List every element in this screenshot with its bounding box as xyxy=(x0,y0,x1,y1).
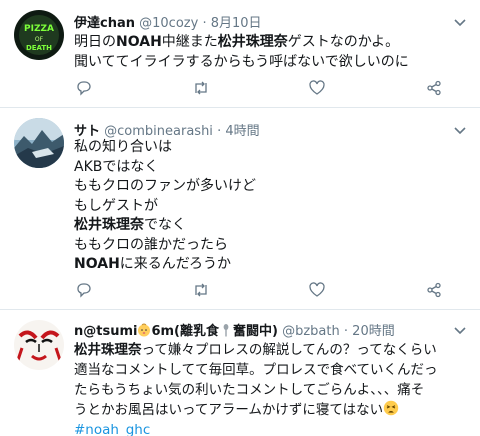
separator-dot: · xyxy=(343,324,349,339)
share-icon xyxy=(426,80,442,100)
text-segment: ゲストなのかよ。 xyxy=(287,34,400,50)
retweet-icon xyxy=(192,80,210,100)
display-name[interactable]: 伊達chan xyxy=(74,16,135,31)
display-name[interactable]: n@tsumi 6m(離乳食 奮闘中) xyxy=(74,323,278,339)
tweet-timestamp[interactable]: 8月10日 xyxy=(211,16,262,31)
avatar[interactable] xyxy=(14,320,64,370)
tweet-line: ももクロのファンが多いけど xyxy=(74,178,256,194)
tweet-text: 明日のNOAH中継また松井珠理奈ゲストなのかよ。 聞いててイライラするからもう呼… xyxy=(74,32,472,72)
tweet-line: 松井珠理奈でなく xyxy=(74,216,472,236)
landscape-avatar xyxy=(14,118,64,168)
separator-dot: · xyxy=(217,124,222,139)
separator-dot: · xyxy=(202,16,207,31)
hashtag-link[interactable]: #noah_ghc xyxy=(74,420,472,436)
avatar[interactable]: PIZZA OF DEATH xyxy=(14,10,64,60)
text-segment: うとかお風呂はいってアラームかけずに寝てはない xyxy=(74,402,384,418)
share-button[interactable] xyxy=(424,282,444,302)
tweet-line: たらもうちょい気の利いたコメントしてごらんよ、、、痛そ xyxy=(74,382,425,398)
retweet-button[interactable] xyxy=(191,80,211,100)
spoon-icon xyxy=(223,324,229,337)
tired-face-icon xyxy=(383,400,399,416)
tweet[interactable]: n@tsumi 6m(離乳食 奮闘中) @bzbath · 20時間 松井珠理奈って… xyxy=(0,310,480,436)
tweet-header: サト @combinearashi · 4時間 xyxy=(74,120,450,140)
reply-icon xyxy=(76,282,92,302)
tweet-text: 私の知り合いは AKBではなく ももクロのファンが多いけど もしゲストが 松井珠… xyxy=(74,138,472,275)
avatar[interactable] xyxy=(14,118,64,168)
bold-text: NOAH xyxy=(116,34,162,50)
reply-button[interactable] xyxy=(74,282,94,302)
retweet-icon xyxy=(192,282,210,302)
name-text: 奮闘中) xyxy=(233,324,278,339)
tweet-line: 松井珠理奈って嫌々プロレスの解説してんの？ってなくらい xyxy=(74,340,472,360)
like-button[interactable] xyxy=(307,282,327,302)
tweet-actions xyxy=(74,80,450,100)
tweet-timestamp[interactable]: 20時間 xyxy=(352,324,395,339)
tweet-actions xyxy=(74,282,450,302)
tweet-header: 伊達chan @10cozy · 8月10日 xyxy=(74,12,450,32)
tweet-text: 松井珠理奈って嫌々プロレスの解説してんの？ってなくらい 適当なコメントしてて毎回… xyxy=(74,340,472,436)
tweet-feed: PIZZA OF DEATH 伊達chan @10cozy · 8月10日 明日… xyxy=(0,0,480,436)
tweet[interactable]: PIZZA OF DEATH 伊達chan @10cozy · 8月10日 明日… xyxy=(0,0,480,108)
reply-button[interactable] xyxy=(74,80,94,100)
chevron-down-icon[interactable] xyxy=(452,322,468,338)
heart-icon xyxy=(309,282,325,302)
name-text: n@tsumi xyxy=(74,324,138,339)
user-handle[interactable]: @bzbath xyxy=(282,324,340,339)
kabuki-mask-avatar xyxy=(14,320,64,370)
bold-text: NOAH xyxy=(74,256,120,272)
chevron-down-icon[interactable] xyxy=(452,122,468,138)
tweet-timestamp[interactable]: 4時間 xyxy=(225,124,259,139)
baby-face-icon xyxy=(138,323,151,337)
svg-text:DEATH: DEATH xyxy=(26,44,52,52)
bold-text: 松井珠理奈 xyxy=(74,342,142,358)
reply-icon xyxy=(76,80,92,100)
tweet-line: AKBではなく xyxy=(74,158,159,175)
tweet-line: うとかお風呂はいってアラームかけずに寝てはない xyxy=(74,400,472,420)
tweet-line: 明日のNOAH中継また松井珠理奈ゲストなのかよ。 xyxy=(74,32,472,52)
like-button[interactable] xyxy=(307,80,327,100)
share-icon xyxy=(426,282,442,302)
name-text: 6m(離乳食 xyxy=(151,324,220,339)
tweet[interactable]: サト @combinearashi · 4時間 私の知り合いは AKBではなく … xyxy=(0,108,480,310)
display-name[interactable]: サト xyxy=(74,124,100,139)
tweet-line: もしゲストが xyxy=(74,197,158,214)
tweet-line: 適当なコメントしてて毎回草。プロレスで食べていくんだっ xyxy=(74,362,438,378)
text-segment: に来るんだろうか xyxy=(119,256,231,272)
tweet-line: ももクロの誰かだったら xyxy=(74,236,228,253)
text-segment: でなく xyxy=(144,217,186,233)
share-button[interactable] xyxy=(424,80,444,100)
bold-text: 松井珠理奈 xyxy=(217,34,288,50)
chevron-down-icon[interactable] xyxy=(452,14,468,30)
user-handle[interactable]: @10cozy xyxy=(139,16,198,31)
tweet-header: n@tsumi 6m(離乳食 奮闘中) @bzbath · 20時間 xyxy=(74,320,450,340)
text-segment: って嫌々プロレスの解説してんの？ってなくらい xyxy=(141,342,437,358)
svg-text:OF: OF xyxy=(35,36,44,43)
pizza-logo-avatar: PIZZA OF DEATH xyxy=(14,10,64,60)
text-segment: 明日の xyxy=(74,34,116,50)
heart-icon xyxy=(309,80,325,100)
tweet-line: NOAHに来るんだろうか xyxy=(74,255,472,275)
tweet-line: 私の知り合いは xyxy=(74,139,172,155)
svg-text:PIZZA: PIZZA xyxy=(24,24,54,34)
text-segment: 中継また xyxy=(161,34,218,50)
user-handle[interactable]: @combinearashi xyxy=(104,124,213,139)
tweet-line: 聞いててイライラするからもう呼ばないで欲しいのに xyxy=(74,54,409,70)
bold-text: 松井珠理奈 xyxy=(74,217,144,233)
retweet-button[interactable] xyxy=(191,282,211,302)
